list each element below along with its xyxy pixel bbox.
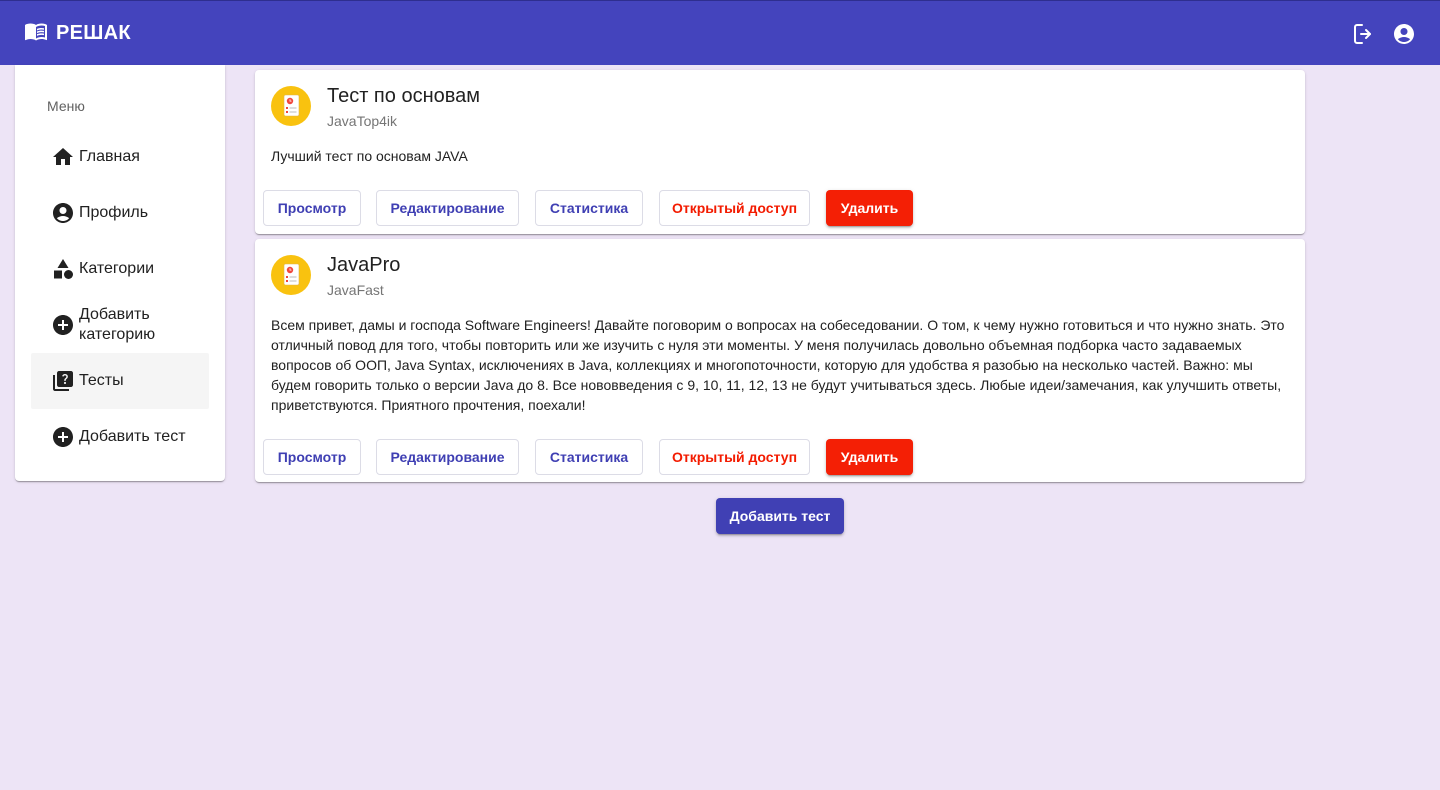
add-test-button[interactable]: Добавить тест — [716, 498, 844, 534]
test-description: Всем привет, дамы и господа Software Eng… — [271, 317, 1285, 413]
category-icon — [51, 257, 75, 281]
public-access-button[interactable]: Открытый доступ — [659, 190, 810, 226]
sidebar-item-label: Добавить тест — [79, 428, 186, 445]
open-book-icon — [24, 19, 48, 49]
test-card: Тест по основам JavaTop4ik Лучший тест п… — [255, 70, 1305, 234]
view-button[interactable]: Просмотр — [263, 190, 361, 226]
edit-button[interactable]: Редактирование — [376, 190, 519, 226]
test-document-icon — [271, 86, 311, 126]
test-title: Тест по основам — [327, 85, 481, 107]
account-circle-icon[interactable] — [1392, 22, 1416, 46]
brand[interactable]: РЕШАК — [24, 1, 131, 66]
sidebar-item-label: Профиль — [79, 204, 149, 221]
test-category: JavaTop4ik — [327, 113, 398, 129]
quiz-icon — [51, 369, 75, 393]
sidebar-item-label: Категории — [79, 260, 155, 277]
app-bar: РЕШАК — [0, 0, 1440, 65]
sidebar-item-label: Тесты — [79, 372, 124, 389]
test-title: JavaPro — [327, 254, 401, 276]
add-circle-icon — [51, 425, 75, 449]
sidebar-item-label: Главная — [79, 148, 140, 165]
delete-button[interactable]: Удалить — [826, 439, 913, 475]
account-circle-icon — [51, 201, 75, 225]
test-category: JavaFast — [327, 282, 384, 298]
test-card: JavaPro JavaFast Всем привет, дамы и гос… — [255, 239, 1305, 482]
add-circle-icon — [51, 313, 75, 337]
test-document-icon — [271, 255, 311, 295]
sidebar-title: Меню — [47, 98, 85, 114]
sidebar: Меню Главная Профиль Категории Добавить … — [15, 65, 225, 481]
public-access-button[interactable]: Открытый доступ — [659, 439, 810, 475]
delete-button[interactable]: Удалить — [826, 190, 913, 226]
logout-icon[interactable] — [1352, 22, 1376, 46]
sidebar-item-add-category[interactable]: Добавить категорию — [31, 297, 209, 353]
brand-name: РЕШАК — [56, 22, 131, 44]
sidebar-item-add-test[interactable]: Добавить тест — [31, 409, 209, 465]
sidebar-item-profile[interactable]: Профиль — [31, 185, 209, 241]
sidebar-item-tests[interactable]: Тесты — [31, 353, 209, 409]
statistics-button[interactable]: Статистика — [535, 190, 643, 226]
sidebar-item-label: Добавить категорию — [79, 306, 156, 343]
sidebar-item-categories[interactable]: Категории — [31, 241, 209, 297]
home-icon — [51, 145, 75, 169]
edit-button[interactable]: Редактирование — [376, 439, 519, 475]
sidebar-item-home[interactable]: Главная — [31, 129, 209, 185]
statistics-button[interactable]: Статистика — [535, 439, 643, 475]
view-button[interactable]: Просмотр — [263, 439, 361, 475]
test-description: Лучший тест по основам JAVA — [271, 148, 468, 164]
